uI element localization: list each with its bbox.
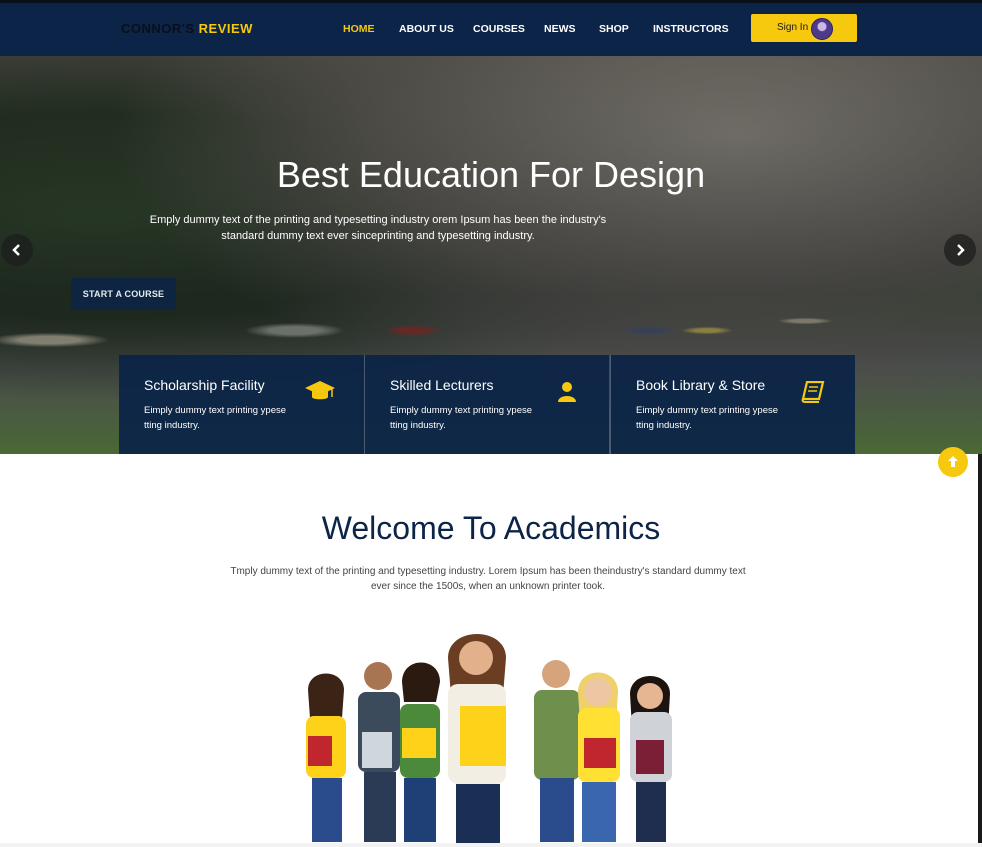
feature-text: Eimply dummy text printing ypese tting i… — [636, 405, 779, 431]
site-logo[interactable]: CONNOR'S REVIEW — [121, 21, 253, 36]
feature-card-scholarship[interactable]: Scholarship Facility Eimply dummy text p… — [119, 355, 364, 454]
students-group-image — [306, 634, 672, 844]
nav-courses[interactable]: COURSES — [473, 23, 525, 35]
nav-about-us[interactable]: ABOUT US — [399, 23, 454, 35]
nav-shop[interactable]: SHOP — [599, 23, 629, 35]
hero-subtitle: Emply dummy text of the printing and typ… — [149, 214, 607, 242]
sign-in-button[interactable]: Sign In — [751, 14, 857, 42]
start-course-label: START A COURSE — [82, 289, 165, 299]
feature-title: Book Library & Store — [636, 377, 766, 393]
scroll-to-top-button[interactable] — [938, 447, 968, 477]
slider-prev-button[interactable] — [1, 234, 33, 266]
chevron-right-icon — [957, 244, 965, 256]
feature-card-lecturers[interactable]: Skilled Lecturers Eimply dummy text prin… — [364, 355, 609, 454]
feature-cards: Scholarship Facility Eimply dummy text p… — [119, 355, 858, 454]
feature-card-library[interactable]: Book Library & Store Eimply dummy text p… — [610, 355, 855, 454]
nav-news[interactable]: NEWS — [544, 23, 576, 35]
avatar-icon — [811, 18, 833, 40]
user-icon — [558, 382, 576, 402]
welcome-title: Welcome To Academics — [321, 510, 661, 546]
arrow-up-icon — [948, 456, 958, 467]
graduation-cap-icon — [305, 381, 335, 400]
start-course-button[interactable]: START A COURSE — [71, 278, 176, 310]
nav-home[interactable]: HOME — [343, 23, 375, 35]
feature-text: Eimply dummy text printing ypese tting i… — [390, 405, 533, 431]
hero-title: Best Education For Design — [276, 154, 706, 195]
feature-title: Scholarship Facility — [144, 377, 265, 393]
section-divider — [0, 843, 982, 847]
logo-text-primary: CONNOR'S — [121, 21, 195, 36]
nav-instructors[interactable]: INSTRUCTORS — [653, 23, 729, 35]
book-icon — [801, 381, 825, 403]
welcome-text: Tmply dummy text of the printing and typ… — [230, 566, 746, 592]
sign-in-label: Sign In — [777, 22, 809, 33]
feature-title: Skilled Lecturers — [390, 377, 494, 393]
feature-text: Eimply dummy text printing ypese tting i… — [144, 405, 287, 431]
logo-text-secondary: REVIEW — [198, 21, 253, 36]
chevron-left-icon — [12, 244, 20, 256]
slider-next-button[interactable] — [944, 234, 976, 266]
site-header: CONNOR'S REVIEW HOME ABOUT US COURSES NE… — [0, 0, 982, 56]
window-edge — [978, 454, 982, 847]
